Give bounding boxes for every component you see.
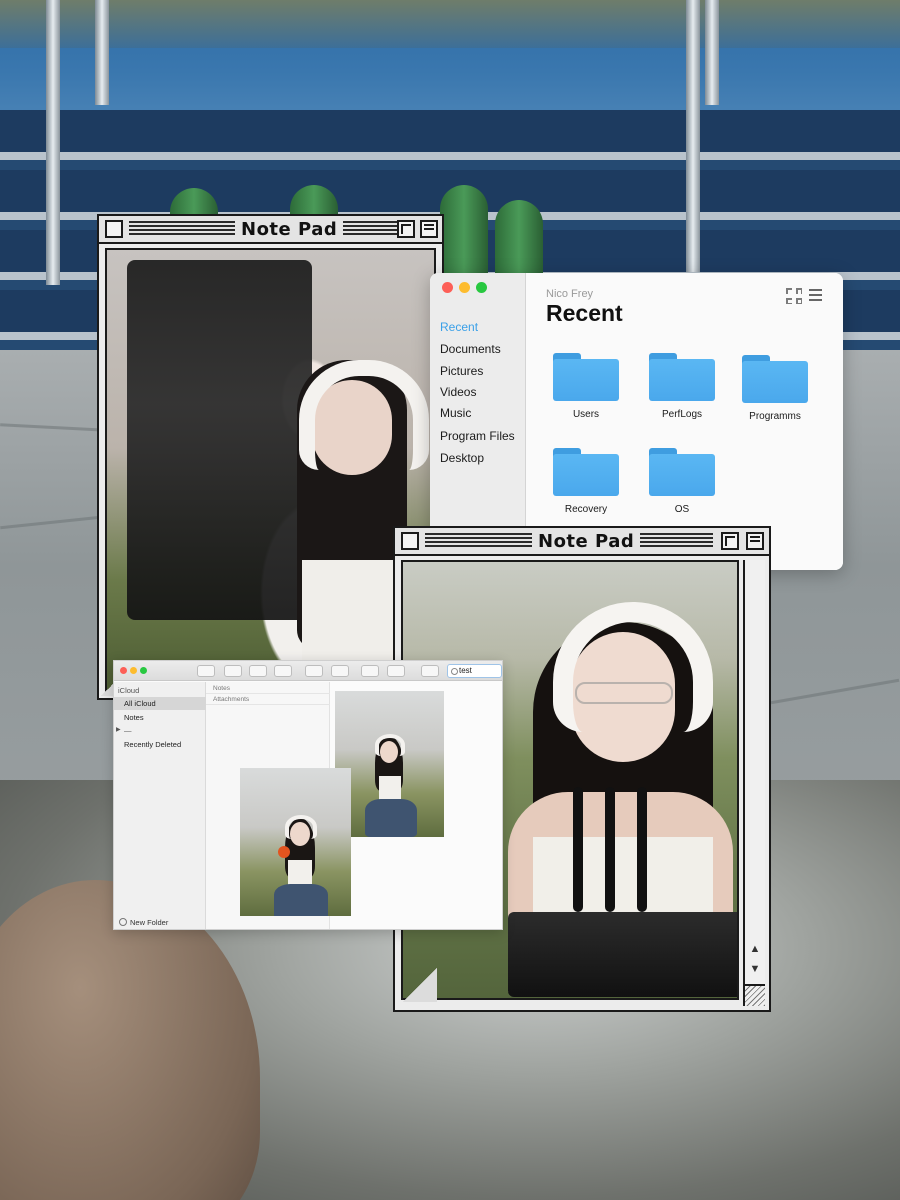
delete-icon[interactable] [249, 665, 267, 677]
notepad-window-back[interactable]: Note Pad [97, 214, 444, 700]
format-icon[interactable] [331, 665, 349, 677]
minimize-button[interactable] [130, 667, 137, 674]
attachment-photo[interactable] [240, 768, 351, 916]
railing-pole [46, 0, 60, 285]
notes-window[interactable]: test iCloud All iCloud Notes ▶ — Recentl… [113, 660, 503, 930]
headscarf [553, 602, 713, 732]
folder-icon [742, 355, 808, 403]
sidebar-item-documents[interactable]: Documents [440, 342, 501, 356]
sidebar-item-desktop[interactable]: Desktop [440, 451, 484, 465]
new-folder-button[interactable]: New Folder [130, 918, 168, 927]
table-icon[interactable] [361, 665, 379, 677]
lock-icon[interactable] [387, 665, 405, 677]
antenna [573, 787, 583, 912]
photo-content [105, 248, 436, 692]
railing-pole [95, 0, 109, 105]
folder-icon [553, 353, 619, 401]
page-title: Recent [546, 300, 623, 326]
grid-view-icon[interactable] [786, 288, 802, 304]
stage-edge [0, 0, 900, 48]
zoom-box-icon[interactable] [397, 220, 415, 238]
collapse-box-icon[interactable] [746, 532, 764, 550]
sidebar-item-music[interactable]: Music [440, 406, 471, 420]
headscarf [299, 360, 429, 470]
close-button[interactable] [442, 282, 453, 293]
collapse-box-icon[interactable] [420, 220, 438, 238]
share-icon[interactable] [421, 665, 439, 677]
notes-sidebar: iCloud All iCloud Notes ▶ — Recently Del… [114, 682, 206, 929]
section-header: iCloud [118, 686, 140, 695]
close-box-icon[interactable] [105, 220, 123, 238]
checklist-icon[interactable] [305, 665, 323, 677]
sidebar-item-folder[interactable]: — [124, 726, 132, 735]
sidebar-item-videos[interactable]: Videos [440, 385, 476, 399]
folder-label: PerfLogs [661, 409, 703, 420]
sidebar-item-all-icloud[interactable]: All iCloud [124, 699, 156, 708]
sidebar-item-notes[interactable]: Notes [124, 713, 144, 722]
sidebar-item-recent[interactable]: Recent [440, 320, 478, 334]
compose-icon[interactable] [274, 665, 292, 677]
antenna [637, 787, 647, 912]
title-bar[interactable]: Note Pad [99, 216, 442, 244]
zoom-box-icon[interactable] [721, 532, 739, 550]
folder-users[interactable]: Users [553, 353, 623, 420]
folder-programms[interactable]: Programms [742, 355, 812, 422]
resize-grip-icon[interactable] [743, 984, 765, 1006]
folder-icon [649, 353, 715, 401]
notes-toolbar: test [114, 661, 502, 681]
sidebar-item-program-files[interactable]: Program Files [440, 429, 515, 443]
page-curl-icon[interactable] [403, 968, 437, 1002]
scroll-up-icon[interactable]: ▲ [746, 940, 764, 958]
railing-pole [686, 0, 700, 272]
video-transmitter [508, 912, 737, 997]
close-box-icon[interactable] [401, 532, 419, 550]
camera-rig [127, 260, 312, 620]
user-name: Nico Frey [546, 288, 594, 300]
folder-icon [553, 448, 619, 496]
zoom-button[interactable] [476, 282, 487, 293]
scrollbar[interactable]: ▲ ▼ [743, 560, 765, 1000]
antenna [605, 787, 615, 912]
glasses [575, 682, 673, 704]
railing-pole [705, 0, 719, 105]
list-header-attachments: Attachments [206, 694, 330, 705]
gallery-view-icon[interactable] [224, 665, 242, 677]
search-input[interactable]: test [447, 664, 502, 678]
disclosure-triangle-icon[interactable]: ▶ [116, 726, 121, 733]
sidebar-toggle-icon[interactable] [197, 665, 215, 677]
close-button[interactable] [120, 667, 127, 674]
scroll-down-icon[interactable]: ▼ [746, 960, 764, 978]
zoom-button[interactable] [140, 667, 147, 674]
folder-icon [649, 448, 715, 496]
list-header-notes: Notes [206, 683, 330, 694]
folder-label: Recovery [564, 504, 608, 515]
sidebar-item-pictures[interactable]: Pictures [440, 364, 483, 378]
folder-label: Users [572, 409, 600, 420]
folder-os[interactable]: OS [649, 448, 719, 515]
add-folder-icon[interactable] [119, 918, 127, 926]
window-title: Note Pad [532, 531, 641, 552]
folder-label: Programms [749, 411, 801, 422]
sidebar-item-recently-deleted[interactable]: Recently Deleted [124, 740, 181, 749]
folder-recovery[interactable]: Recovery [553, 448, 623, 515]
list-view-icon[interactable] [809, 289, 822, 302]
attachment-photo[interactable] [335, 691, 444, 837]
minimize-button[interactable] [459, 282, 470, 293]
folder-label: OS [674, 504, 690, 515]
title-bar[interactable]: Note Pad [395, 528, 769, 556]
window-title: Note Pad [235, 219, 344, 240]
folder-perflogs[interactable]: PerfLogs [649, 353, 719, 420]
